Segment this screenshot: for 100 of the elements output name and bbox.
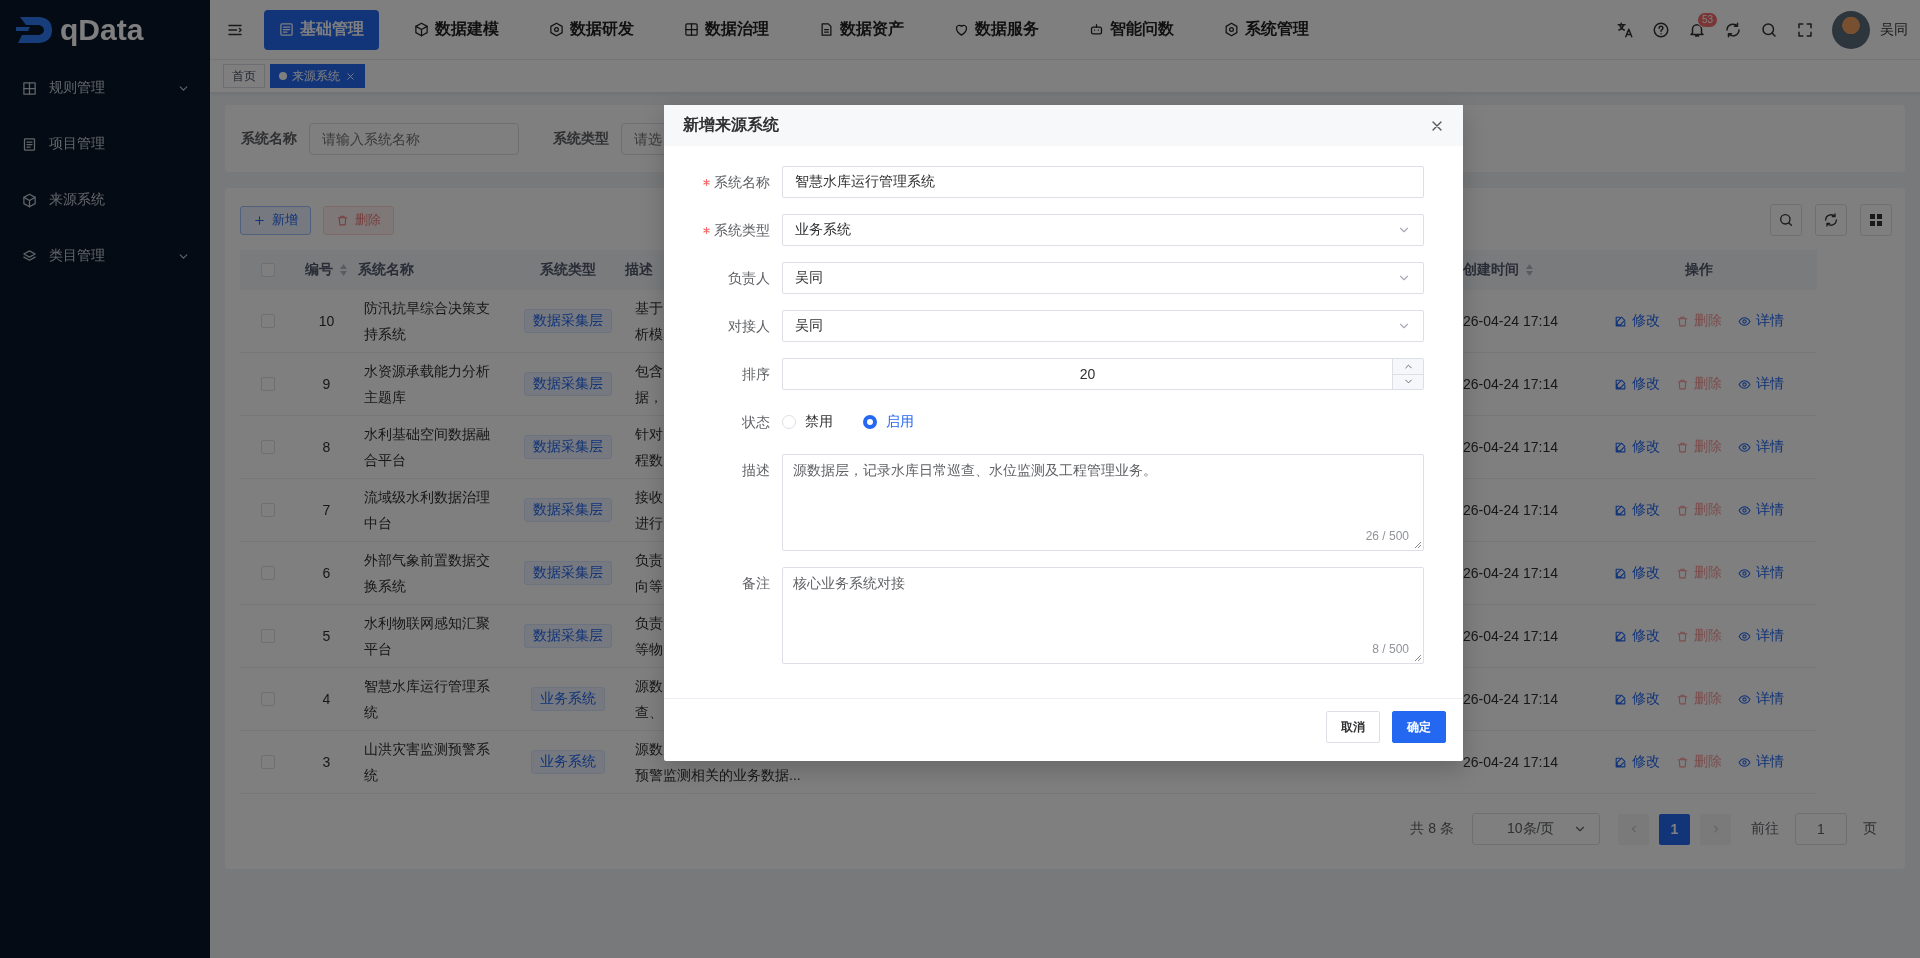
table-cell-text: 源数 预警监测相关的业务数据... <box>635 740 801 785</box>
search-button[interactable] <box>1770 204 1802 236</box>
table-cell-text: 10 <box>317 312 336 331</box>
table-cell-text: 4 <box>321 690 332 709</box>
help-icon[interactable] <box>1652 20 1670 39</box>
text-area[interactable]: 源数据层，记录水库日常巡查、水位监测及工程管理业务。 26 / 500 <box>782 454 1424 551</box>
search-field[interactable]: 请输入系统名称 <box>309 122 519 155</box>
table-cell-text: 26-04-24 17:14 <box>1462 438 1559 457</box>
page-size-select[interactable]: 10条/页 <box>1472 813 1600 845</box>
edit-button[interactable]: 修改 <box>1613 312 1660 330</box>
confirm-button[interactable]: 确定 <box>1392 711 1446 743</box>
columns-button[interactable] <box>1860 204 1892 236</box>
nav-tab[interactable]: 数据研发 <box>534 9 649 50</box>
text-field[interactable]: 智慧水库运行管理系统 <box>782 166 1424 198</box>
edit-button[interactable]: 修改 <box>1613 501 1660 519</box>
view-button[interactable]: 详情 <box>1737 690 1784 708</box>
table-cell-text: 水资源承载能力分析主题库 <box>363 362 491 407</box>
field-label: 系统类型 <box>703 214 770 246</box>
nav-tab[interactable]: 数据资产 <box>804 9 919 50</box>
field-label: 对接人 <box>728 317 770 336</box>
table-cell-text: 基于 析模 <box>635 299 663 344</box>
field-label: 描述 <box>742 461 770 480</box>
view-button[interactable]: 详情 <box>1737 501 1784 519</box>
eye-icon <box>1737 566 1751 580</box>
field-label: 系统名称 <box>703 166 770 198</box>
nav-tab[interactable]: 数据治理 <box>669 9 784 50</box>
page-button[interactable]: 1 <box>1659 813 1690 845</box>
close-icon[interactable] <box>345 70 356 82</box>
nav-tab[interactable]: 系统管理 <box>1209 9 1324 50</box>
sort-icon[interactable] <box>1525 263 1534 277</box>
field-label: 负责人 <box>728 269 770 288</box>
sort-icon[interactable] <box>339 263 348 277</box>
nav-tab[interactable]: 数据服务 <box>939 9 1054 50</box>
sidebar-item[interactable]: 类目管理 <box>0 228 210 284</box>
cancel-button[interactable]: 取消 <box>1326 711 1380 743</box>
edit-button[interactable]: 修改 <box>1613 438 1660 456</box>
sidebar-item[interactable]: 项目管理 <box>0 116 210 172</box>
translate-icon[interactable] <box>1616 20 1634 39</box>
resize-handle-icon[interactable] <box>1414 541 1422 549</box>
sidebar-item[interactable]: 来源系统 <box>0 172 210 228</box>
table-cell-text: 外部气象前置数据交换系统 <box>363 551 491 596</box>
table-cell-text: 5 <box>321 627 332 646</box>
table-cell-text: 26-04-24 17:14 <box>1462 312 1559 331</box>
trash-icon <box>1675 566 1689 580</box>
type-tag: 数据采集层 <box>523 435 612 459</box>
nav-tab[interactable]: 基础管理 <box>264 9 379 50</box>
edit-icon <box>1613 755 1627 769</box>
radio-option[interactable]: 禁用 <box>782 413 833 431</box>
type-tag: 数据采集层 <box>523 372 612 396</box>
fullscreen-icon[interactable] <box>1796 20 1814 39</box>
avatar[interactable] <box>1832 10 1870 49</box>
search-icon[interactable] <box>1760 20 1778 39</box>
refresh-icon[interactable] <box>1724 20 1742 39</box>
table-cell-text: 26-04-24 17:14 <box>1462 375 1559 394</box>
edit-icon <box>1613 629 1627 643</box>
grid-icon <box>22 80 37 96</box>
column-header: 操作 <box>1684 261 1713 279</box>
total-count: 共 8 条 <box>1410 820 1454 838</box>
view-button[interactable]: 详情 <box>1737 564 1784 582</box>
add-button[interactable]: 新增 <box>240 205 311 235</box>
table-cell-text: 针对 程数 <box>635 425 663 470</box>
view-button[interactable]: 详情 <box>1737 438 1784 456</box>
table-cell-text: 包含 据， <box>635 362 663 407</box>
refresh-button[interactable] <box>1815 204 1847 236</box>
table-cell-text: 接收 进行 <box>635 488 663 533</box>
edit-button[interactable]: 修改 <box>1613 753 1660 771</box>
table-cell-text: 26-04-24 17:14 <box>1462 753 1559 772</box>
select-field[interactable]: 业务系统 <box>782 214 1424 246</box>
edit-button[interactable]: 修改 <box>1613 627 1660 645</box>
character-count: 8 / 500 <box>1372 641 1409 658</box>
type-tag: 数据采集层 <box>523 498 612 522</box>
edit-button[interactable]: 修改 <box>1613 375 1660 393</box>
column-header: 创建时间 <box>1463 261 1519 279</box>
robot-icon <box>1089 22 1104 37</box>
text-area[interactable]: 核心业务系统对接 8 / 500 <box>782 567 1424 664</box>
view-button[interactable]: 详情 <box>1737 627 1784 645</box>
view-button[interactable]: 详情 <box>1737 312 1784 330</box>
radio-option[interactable]: 启用 <box>863 413 914 431</box>
edit-icon <box>1613 377 1627 391</box>
view-button[interactable]: 详情 <box>1737 753 1784 771</box>
page-input[interactable]: 1 <box>1795 813 1847 845</box>
trash-icon <box>1675 314 1689 328</box>
page-tab[interactable]: 首页 <box>223 64 265 88</box>
edit-button[interactable]: 修改 <box>1613 564 1660 582</box>
user-name[interactable]: 吴同 <box>1880 20 1908 39</box>
nav-tab[interactable]: 智能问数 <box>1074 9 1189 50</box>
character-count: 26 / 500 <box>1365 528 1409 545</box>
trash-icon <box>1675 629 1689 643</box>
increment-button[interactable] <box>1393 359 1423 374</box>
list-icon <box>279 22 294 37</box>
select-field[interactable]: 吴同 <box>782 310 1424 342</box>
select-field[interactable]: 吴同 <box>782 262 1424 294</box>
view-button[interactable]: 详情 <box>1737 375 1784 393</box>
edit-button[interactable]: 修改 <box>1613 690 1660 708</box>
number-field[interactable]: 20 <box>782 358 1424 390</box>
brand-name: qData <box>60 13 144 47</box>
page-tab[interactable]: 来源系统 <box>270 64 365 88</box>
sidebar-item[interactable]: 规则管理 <box>0 60 210 116</box>
resize-handle-icon[interactable] <box>1414 654 1422 662</box>
nav-tab[interactable]: 数据建模 <box>399 9 514 50</box>
